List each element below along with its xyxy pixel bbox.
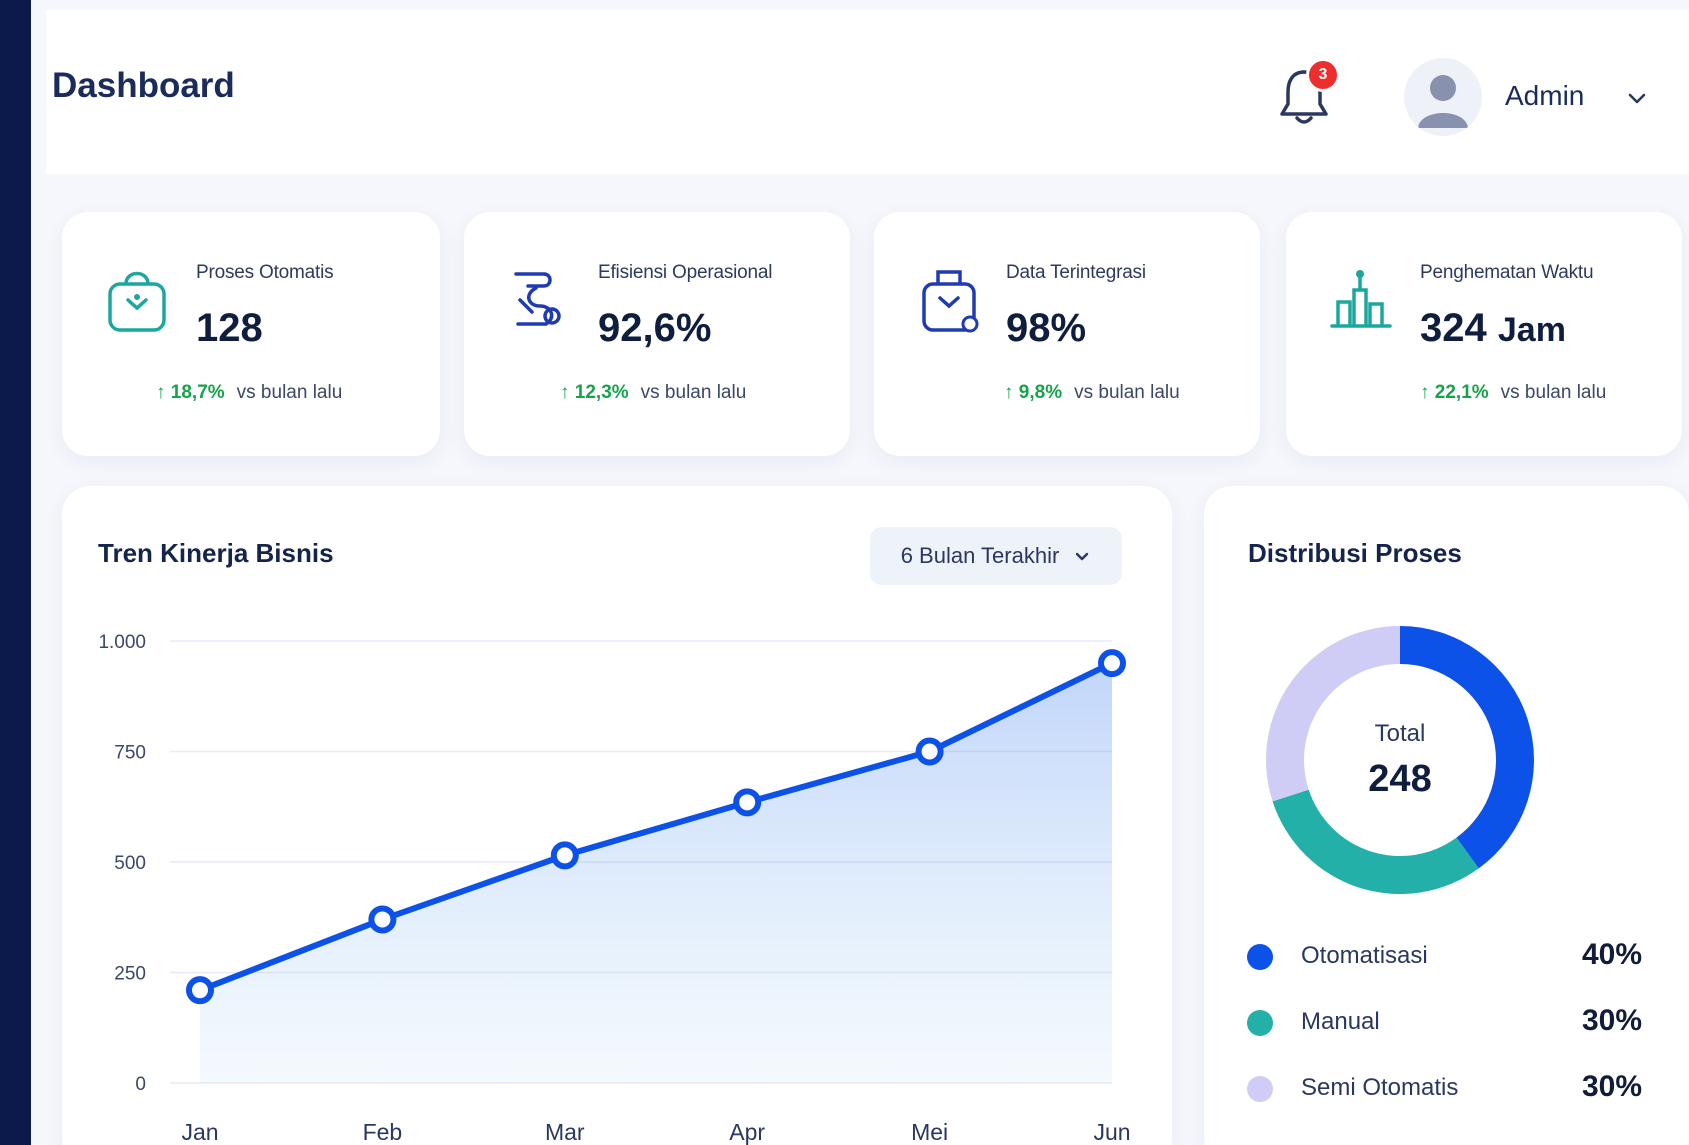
donut-total-label: Total: [1374, 720, 1426, 747]
donut-slice[interactable]: [1272, 789, 1479, 894]
legend-percent: 30%: [1581, 1070, 1642, 1103]
donut-total-value: 248: [1368, 758, 1432, 800]
legend-item-semi-otomatis: Semi Otomatis 30%: [1247, 1068, 1642, 1108]
legend-label: Otomatisasi: [1301, 942, 1428, 969]
legend-swatch: [1247, 1010, 1273, 1036]
legend-percent: 30%: [1581, 1004, 1642, 1037]
legend-swatch: [1247, 944, 1273, 970]
legend-item-manual: Manual 30%: [1247, 1002, 1642, 1042]
legend-swatch: [1247, 1076, 1273, 1102]
legend-item-otomatisasi: Otomatisasi 40%: [1247, 936, 1642, 976]
legend-percent: 40%: [1581, 938, 1642, 971]
legend-label: Semi Otomatis: [1301, 1074, 1459, 1101]
legend-label: Manual: [1301, 1008, 1380, 1035]
